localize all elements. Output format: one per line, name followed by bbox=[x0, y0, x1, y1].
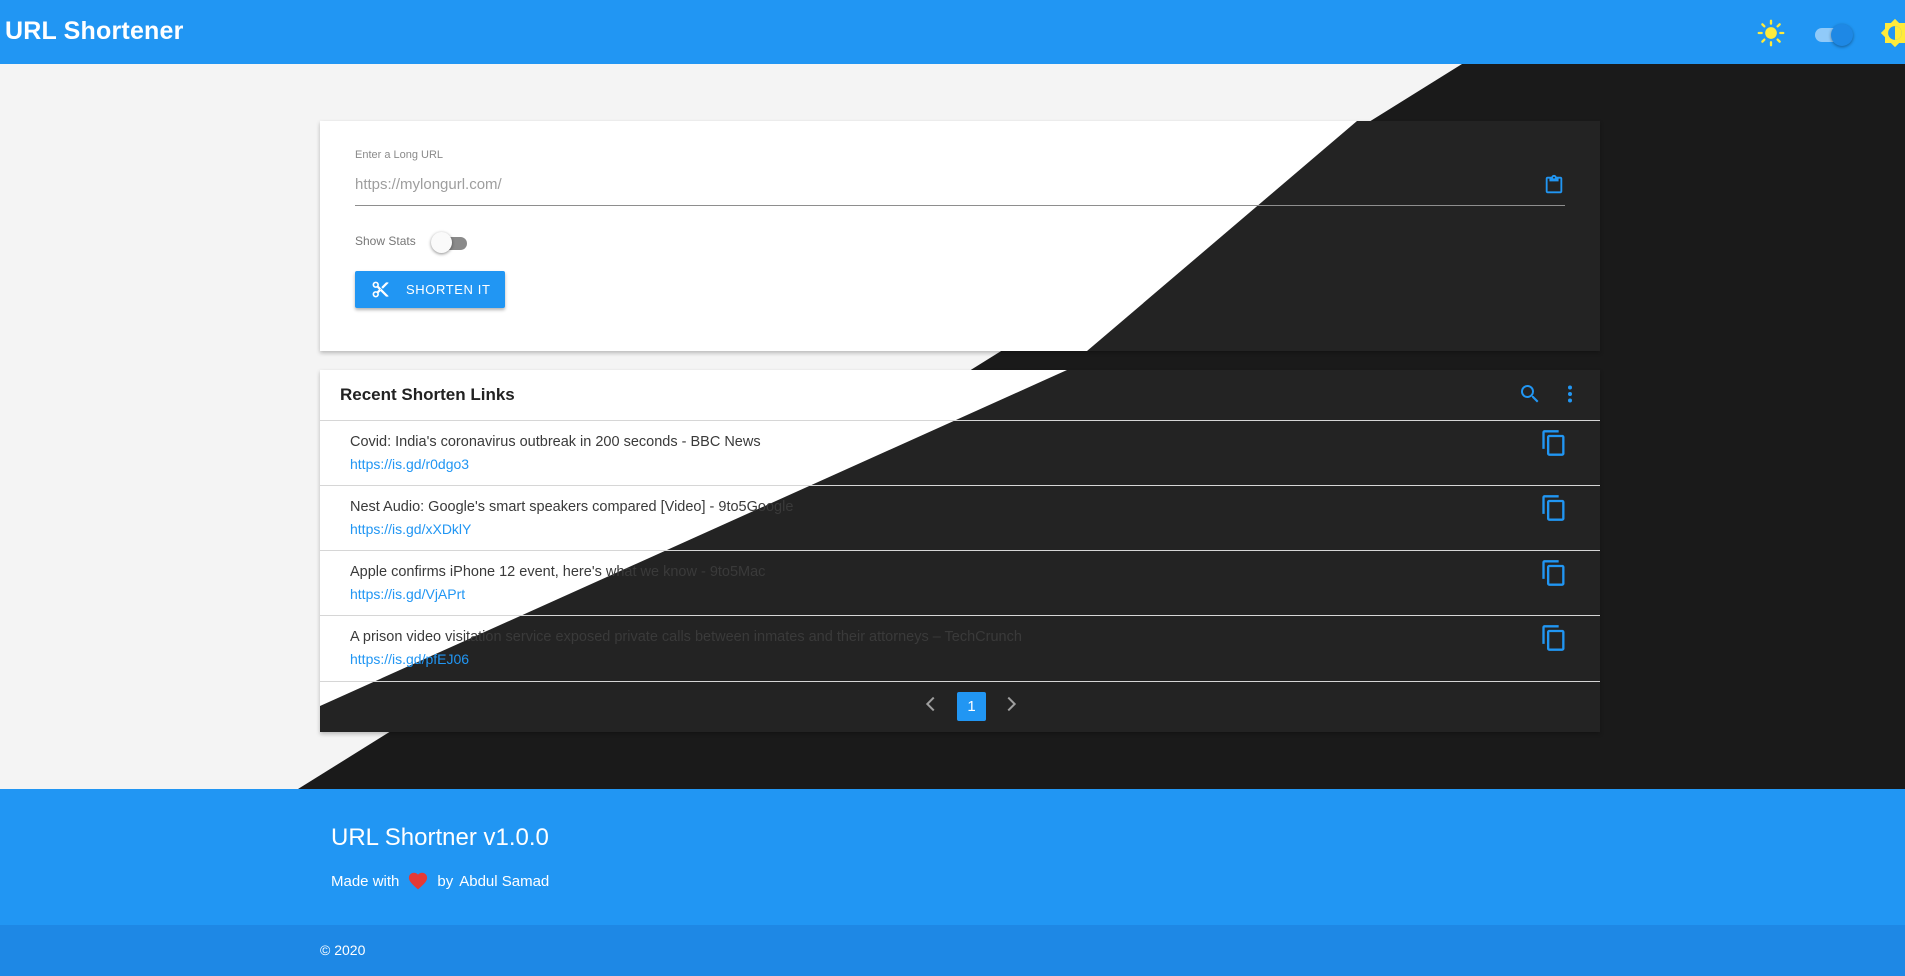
footer: URL Shortner v1.0.0 Made with by Abdul Sam… bbox=[0, 789, 1905, 925]
heart-icon bbox=[409, 872, 428, 890]
by-text: by bbox=[437, 873, 454, 890]
pagination-page-button[interactable]: 1 bbox=[957, 692, 986, 721]
url-field-underline bbox=[355, 205, 1565, 206]
clipboard-icon[interactable] bbox=[1543, 174, 1565, 196]
author-name: Abdul Samad bbox=[459, 873, 550, 890]
short-link[interactable]: https://is.gd/VjAPrt bbox=[350, 586, 465, 602]
link-row: Nest Audio: Google's smart speakers comp… bbox=[320, 486, 1600, 550]
shorten-button-label: SHORTEN IT bbox=[406, 282, 491, 297]
link-title: Covid: India's coronavirus outbreak in 2… bbox=[350, 434, 761, 450]
copy-icon[interactable] bbox=[1540, 559, 1568, 587]
copy-icon[interactable] bbox=[1540, 624, 1568, 652]
copyright-text: © 2020 bbox=[320, 942, 366, 958]
copy-icon[interactable] bbox=[1540, 494, 1568, 522]
recent-links-card: Recent Shorten Links Covid: India's coro… bbox=[320, 370, 1600, 732]
shorten-it-button[interactable]: SHORTEN IT bbox=[355, 271, 505, 308]
chevron-right-icon[interactable] bbox=[1000, 693, 1022, 715]
more-vert-icon[interactable] bbox=[1558, 382, 1582, 406]
shorten-form-card: Enter a Long URL Show Stats SHORTEN IT bbox=[320, 121, 1600, 351]
recent-links-title: Recent Shorten Links bbox=[340, 385, 515, 404]
brightness-icon[interactable] bbox=[1880, 18, 1905, 48]
app-bar: URL Shortener bbox=[0, 0, 1905, 64]
url-field-label: Enter a Long URL bbox=[355, 149, 444, 161]
scissors-icon bbox=[372, 281, 389, 298]
show-stats-toggle[interactable] bbox=[431, 232, 469, 254]
footer-bottom-bar: © 2020 bbox=[0, 925, 1905, 976]
copy-icon[interactable] bbox=[1540, 429, 1568, 457]
short-link[interactable]: https://is.gd/pfEJ06 bbox=[350, 651, 469, 667]
link-row: Apple confirms iPhone 12 event, here's w… bbox=[320, 551, 1600, 615]
link-row: Covid: India's coronavirus outbreak in 2… bbox=[320, 421, 1600, 485]
link-title: A prison video visitation service expose… bbox=[350, 629, 1022, 645]
theme-toggle-thumb bbox=[1831, 24, 1853, 46]
theme-toggle-switch[interactable] bbox=[1813, 23, 1853, 46]
sun-icon[interactable] bbox=[1757, 19, 1785, 47]
link-title: Nest Audio: Google's smart speakers comp… bbox=[350, 499, 794, 515]
show-stats-thumb bbox=[431, 232, 452, 253]
chevron-left-icon[interactable] bbox=[920, 693, 942, 715]
footer-credits: Made with by Abdul Samad bbox=[331, 870, 549, 890]
search-icon[interactable] bbox=[1518, 382, 1542, 406]
app-title: URL Shortener bbox=[5, 17, 184, 45]
made-with-text: Made with bbox=[331, 873, 400, 890]
link-row: A prison video visitation service expose… bbox=[320, 616, 1600, 680]
show-stats-label: Show Stats bbox=[355, 234, 416, 248]
long-url-input[interactable] bbox=[355, 171, 1535, 197]
footer-title: URL Shortner v1.0.0 bbox=[331, 824, 549, 851]
short-link[interactable]: https://is.gd/r0dgo3 bbox=[350, 456, 469, 472]
link-title: Apple confirms iPhone 12 event, here's w… bbox=[350, 564, 766, 580]
short-link[interactable]: https://is.gd/xXDklY bbox=[350, 521, 471, 537]
list-divider bbox=[320, 681, 1600, 682]
